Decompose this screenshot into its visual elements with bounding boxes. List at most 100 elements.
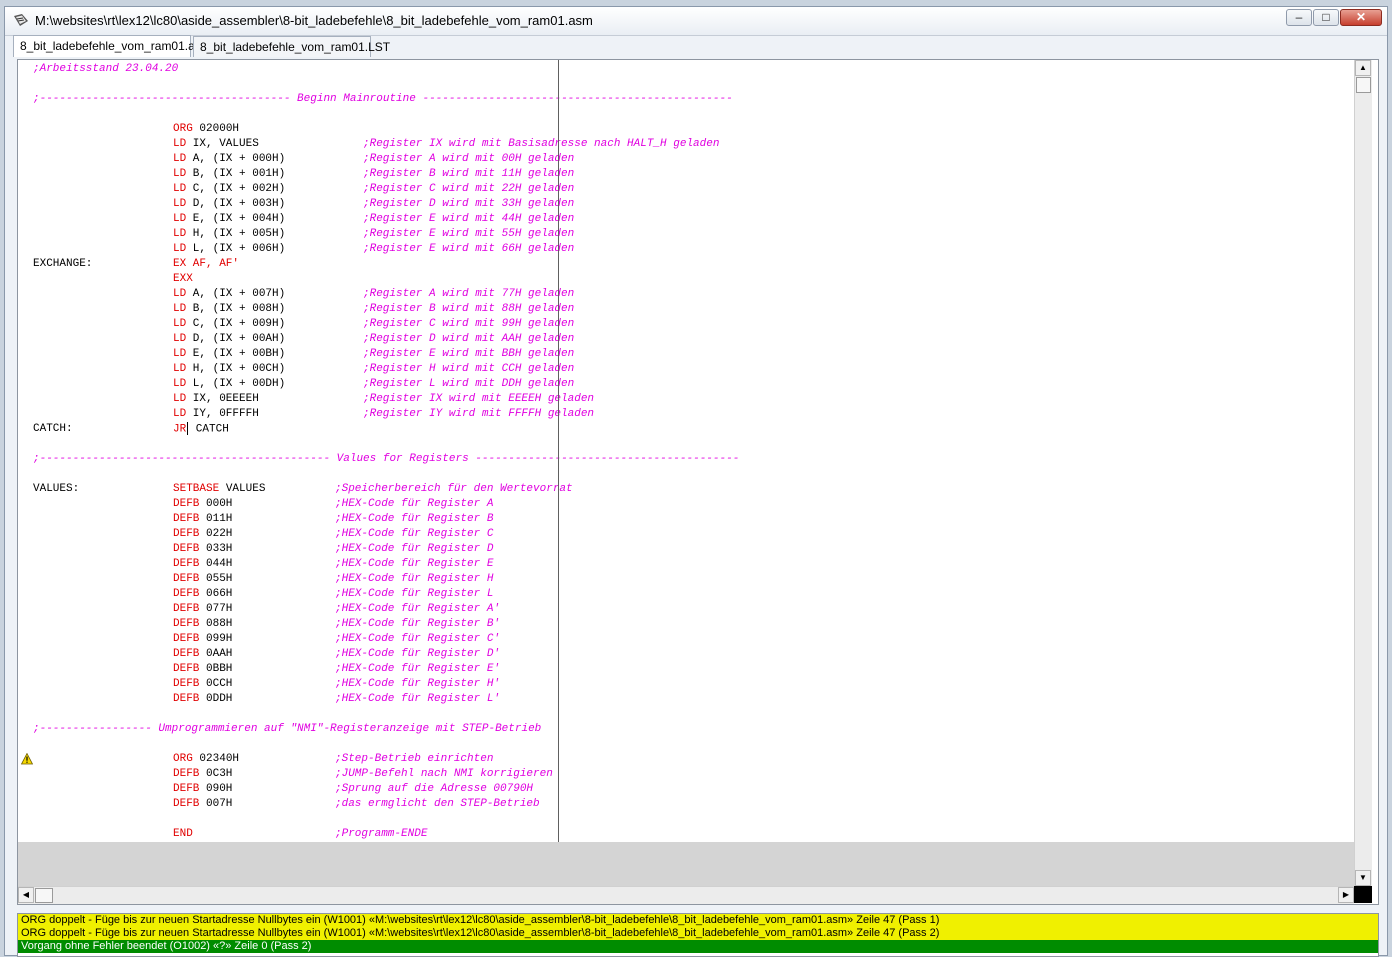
- scroll-down-icon[interactable]: ▼: [1355, 870, 1371, 886]
- mnemonic: LD: [173, 243, 187, 255]
- mnemonic: LD: [173, 183, 187, 195]
- code-line[interactable]: DEFB 0BBH ;HEX-Code für Register E': [18, 662, 1338, 677]
- tab-lst-file[interactable]: 8_bit_ladebefehle_vom_ram01.LST: [193, 36, 390, 57]
- code-line[interactable]: LD A, (IX + 000H) ;Register A wird mit 00…: [18, 152, 1338, 167]
- mnemonic: EX AF, AF': [173, 258, 240, 270]
- code-line[interactable]: DEFB 007H ;das ermglicht den STEP-Betrieb: [18, 797, 1338, 812]
- warning-message[interactable]: ORG doppelt - Füge bis zur neuen Startad…: [18, 927, 1378, 940]
- instruction: DEFB 090H: [173, 782, 232, 797]
- code-line[interactable]: ;---------------------------------------…: [18, 452, 1338, 467]
- code-line[interactable]: LD D, (IX + 003H) ;Register D wird mit 33…: [18, 197, 1338, 212]
- scroll-up-icon[interactable]: ▲: [1355, 60, 1371, 76]
- code-line[interactable]: DEFB 0CCH ;HEX-Code für Register H': [18, 677, 1338, 692]
- code-line[interactable]: LD E, (IX + 00BH) ;Register E wird mit BB…: [18, 347, 1338, 362]
- scroll-right-icon[interactable]: ▶: [1338, 887, 1354, 903]
- code-line[interactable]: LD H, (IX + 00CH) ;Register H wird mit CC…: [18, 362, 1338, 377]
- code-line[interactable]: ;-------------------------------------- …: [18, 92, 1338, 107]
- code-line[interactable]: DEFB 044H ;HEX-Code für Register E: [18, 557, 1338, 572]
- horizontal-scroll-thumb[interactable]: [35, 888, 53, 903]
- vertical-scroll-thumb[interactable]: [1356, 77, 1371, 93]
- warning-icon[interactable]: [21, 753, 33, 765]
- instruction: DEFB 0CCH: [173, 677, 232, 692]
- instruction: LD H, (IX + 00CH): [173, 362, 285, 377]
- message-panel[interactable]: ORG doppelt - Füge bis zur neuen Startad…: [17, 913, 1379, 957]
- code-line[interactable]: DEFB 033H ;HEX-Code für Register D: [18, 542, 1338, 557]
- code-editor[interactable]: ;Arbeitsstand 23.04.20 ;-----------------…: [17, 59, 1379, 905]
- code-line[interactable]: DEFB 022H ;HEX-Code für Register C: [18, 527, 1338, 542]
- operands: D, (IX + 00AH): [186, 333, 286, 345]
- code-line[interactable]: DEFB 000H ;HEX-Code für Register A: [18, 497, 1338, 512]
- code-line[interactable]: LD D, (IX + 00AH) ;Register D wird mit AA…: [18, 332, 1338, 347]
- operands: CATCH: [189, 423, 229, 436]
- code-line[interactable]: LD H, (IX + 005H) ;Register E wird mit 55…: [18, 227, 1338, 242]
- vertical-scrollbar[interactable]: ▲ ▼: [1354, 60, 1372, 886]
- code-line[interactable]: EXCHANGE: EX AF, AF': [18, 257, 1338, 272]
- mnemonic: SETBASE: [173, 483, 220, 495]
- operands: IX, 0EEEEH: [186, 393, 259, 405]
- operands: B, (IX + 001H): [186, 168, 286, 180]
- code-line[interactable]: LD B, (IX + 008H) ;Register B wird mit 88…: [18, 302, 1338, 317]
- close-button[interactable]: ✕: [1340, 9, 1382, 26]
- operands: L, (IX + 00DH): [186, 378, 286, 390]
- code-line[interactable]: CATCH: JR CATCH: [18, 422, 1338, 437]
- code-comment: ;HEX-Code für Register B: [335, 513, 494, 525]
- code-line[interactable]: END ;Programm-ENDE: [18, 827, 1338, 842]
- mnemonic: LD: [173, 288, 187, 300]
- code-line[interactable]: ORG 02000H: [18, 122, 1338, 137]
- code-line[interactable]: VALUES: SETBASE VALUES ;Speicherbereich fü…: [18, 482, 1338, 497]
- code-line[interactable]: DEFB 099H ;HEX-Code für Register C': [18, 632, 1338, 647]
- mnemonic: JR: [173, 423, 187, 436]
- operands: 0BBH: [199, 663, 233, 675]
- operands: 022H: [199, 528, 233, 540]
- operands: H, (IX + 005H): [186, 228, 286, 240]
- code-line[interactable]: LD L, (IX + 00DH) ;Register L wird mit DD…: [18, 377, 1338, 392]
- code-line[interactable]: DEFB 0AAH ;HEX-Code für Register D': [18, 647, 1338, 662]
- code-line[interactable]: DEFB 055H ;HEX-Code für Register H: [18, 572, 1338, 587]
- instruction: DEFB 088H: [173, 617, 232, 632]
- code-line[interactable]: LD IY, 0FFFFH ;Register IY wird mit FFFFH…: [18, 407, 1338, 422]
- code-comment: ;---------------------------------------…: [33, 453, 740, 465]
- code-line[interactable]: EXX: [18, 272, 1338, 287]
- code-line[interactable]: LD L, (IX + 006H) ;Register E wird mit 66…: [18, 242, 1338, 257]
- scroll-left-icon[interactable]: ◀: [18, 887, 34, 903]
- code-line[interactable]: DEFB 077H ;HEX-Code für Register A': [18, 602, 1338, 617]
- instruction: DEFB 0AAH: [173, 647, 232, 662]
- operands: 088H: [199, 618, 233, 630]
- code-line[interactable]: ;----------------- Umprogrammieren auf "…: [18, 722, 1338, 737]
- code-line[interactable]: DEFB 0DDH ;HEX-Code für Register L': [18, 692, 1338, 707]
- instruction: DEFB 066H: [173, 587, 232, 602]
- instruction: LD A, (IX + 007H): [173, 287, 285, 302]
- code-line[interactable]: LD A, (IX + 007H) ;Register A wird mit 77…: [18, 287, 1338, 302]
- code-line[interactable]: LD E, (IX + 004H) ;Register E wird mit 44…: [18, 212, 1338, 227]
- operands: 090H: [199, 783, 233, 795]
- instruction: DEFB 077H: [173, 602, 232, 617]
- code-line[interactable]: LD B, (IX + 001H) ;Register B wird mit 11…: [18, 167, 1338, 182]
- mnemonic: LD: [173, 348, 187, 360]
- code-comment: ;Register B wird mit 11H geladen: [363, 168, 575, 180]
- code-line[interactable]: DEFB 088H ;HEX-Code für Register B': [18, 617, 1338, 632]
- code-comment: ;Sprung auf die Adresse 00790H: [335, 783, 534, 795]
- instruction: DEFB 0DDH: [173, 692, 232, 707]
- code-line[interactable]: LD IX, VALUES ;Register IX wird mit Basis…: [18, 137, 1338, 152]
- success-message[interactable]: Vorgang ohne Fehler beendet (O1002) «?» …: [18, 940, 1378, 953]
- mnemonic: DEFB: [173, 588, 200, 600]
- instruction: LD E, (IX + 004H): [173, 212, 285, 227]
- code-line[interactable]: ORG 02340H ;Step-Betrieb einrichten: [18, 752, 1338, 767]
- maximize-button[interactable]: □: [1313, 9, 1339, 26]
- code-line[interactable]: DEFB 090H ;Sprung auf die Adresse 00790H: [18, 782, 1338, 797]
- code-line[interactable]: LD C, (IX + 002H) ;Register C wird mit 22…: [18, 182, 1338, 197]
- warning-message[interactable]: ORG doppelt - Füge bis zur neuen Startad…: [18, 914, 1378, 927]
- code-comment: ;-------------------------------------- …: [33, 93, 733, 105]
- tab-asm-file[interactable]: 8_bit_ladebefehle_vom_ram01.asm: [13, 35, 211, 57]
- code-line[interactable]: DEFB 066H ;HEX-Code für Register L: [18, 587, 1338, 602]
- code-line[interactable]: LD C, (IX + 009H) ;Register C wird mit 99…: [18, 317, 1338, 332]
- minimize-button[interactable]: –: [1286, 9, 1312, 26]
- mnemonic: DEFB: [173, 543, 200, 555]
- horizontal-scrollbar[interactable]: ◀ ▶: [18, 886, 1354, 904]
- code-line[interactable]: DEFB 0C3H ;JUMP-Befehl nach NMI korrigier…: [18, 767, 1338, 782]
- code-line[interactable]: LD IX, 0EEEEH ;Register IX wird mit EEEEH…: [18, 392, 1338, 407]
- code-line[interactable]: DEFB 011H ;HEX-Code für Register B: [18, 512, 1338, 527]
- title-bar[interactable]: M:\websites\rt\lex12\lc80\aside_assemble…: [5, 7, 1387, 36]
- code-comment: ;Register A wird mit 77H geladen: [363, 288, 575, 300]
- code-line[interactable]: ;Arbeitsstand 23.04.20: [18, 62, 1338, 77]
